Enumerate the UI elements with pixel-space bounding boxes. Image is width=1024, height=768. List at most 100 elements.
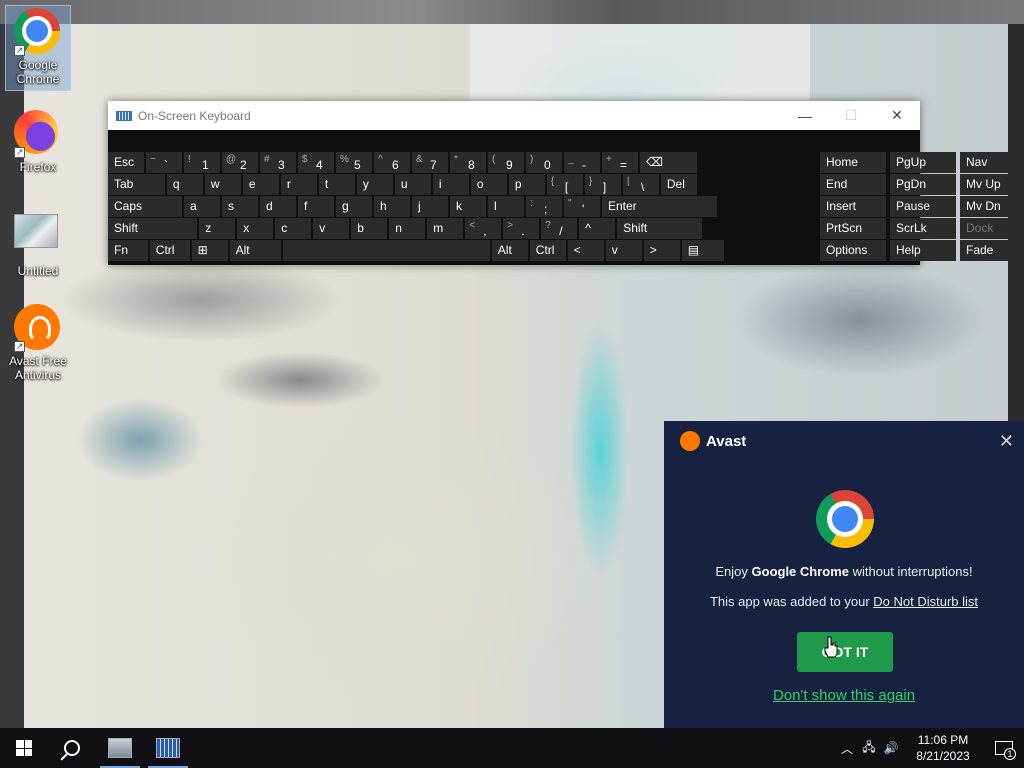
osk-key[interactable]: ⊞ — [191, 240, 228, 261]
osk-key[interactable]: Insert — [820, 196, 886, 217]
osk-key[interactable]: d — [260, 196, 296, 217]
osk-key[interactable]: c — [275, 218, 312, 239]
osk-key[interactable]: <, — [465, 218, 502, 239]
osk-key[interactable]: + = — [602, 152, 638, 173]
osk-key[interactable]: z — [199, 218, 236, 239]
osk-key[interactable]: b — [351, 218, 388, 239]
osk-key[interactable]: Esc — [108, 152, 144, 173]
osk-key[interactable]: ~ ` — [146, 152, 182, 173]
osk-key[interactable]: e — [242, 174, 279, 195]
osk-key[interactable]: j — [412, 196, 448, 217]
osk-key[interactable]: > — [643, 240, 680, 261]
notification-center-button[interactable]: 1 — [984, 728, 1024, 768]
osk-key[interactable]: >. — [503, 218, 540, 239]
osk-key[interactable]: y — [356, 174, 393, 195]
do-not-disturb-link[interactable]: Do Not Disturb list — [873, 594, 978, 609]
clock[interactable]: 11:06 PM 8/21/2023 — [908, 732, 978, 764]
osk-key[interactable]: v — [605, 240, 642, 261]
minimize-button[interactable]: — — [782, 101, 828, 130]
osk-key[interactable]: v — [313, 218, 350, 239]
osk-key[interactable]: q — [166, 174, 203, 195]
desktop-icon-google-chrome[interactable]: ↗ Google Chrome — [5, 5, 71, 91]
osk-key[interactable]: Shift — [108, 218, 198, 239]
osk-key[interactable]: & 7 — [412, 152, 448, 173]
network-icon[interactable]: 🖧 — [858, 738, 880, 759]
osk-key[interactable]: k — [450, 196, 486, 217]
osk-key[interactable]: PgDn — [890, 174, 956, 195]
osk-key[interactable]: :; — [526, 196, 562, 217]
osk-key[interactable]: m — [427, 218, 464, 239]
osk-key[interactable]: ? / — [541, 218, 578, 239]
osk-key[interactable]: % 5 — [336, 152, 372, 173]
osk-key[interactable]: (9 — [488, 152, 524, 173]
osk-key[interactable]: l — [488, 196, 524, 217]
osk-key[interactable]: End — [820, 174, 886, 195]
osk-key[interactable]: PrtScn — [820, 218, 886, 239]
osk-key[interactable]: Tab — [108, 174, 165, 195]
osk-key[interactable]: }] — [584, 174, 621, 195]
osk-key[interactable]: Enter — [602, 196, 717, 217]
osk-key[interactable]: Pause — [890, 196, 956, 217]
osk-key[interactable]: Caps — [108, 196, 182, 217]
osk-key[interactable]: Help — [890, 240, 956, 261]
osk-key[interactable]: t — [318, 174, 355, 195]
osk-titlebar[interactable]: On-Screen Keyboard — ☐ ✕ — [108, 101, 920, 130]
osk-key[interactable]: ^ 6 — [374, 152, 410, 173]
osk-key[interactable]: i — [432, 174, 469, 195]
osk-key[interactable]: Ctrl — [149, 240, 190, 261]
osk-key[interactable]: h — [374, 196, 410, 217]
osk-key[interactable]: r — [280, 174, 317, 195]
got-it-button[interactable]: GOT IT — [797, 632, 893, 672]
osk-key[interactable]: Fade — [960, 240, 1024, 261]
osk-key[interactable]: {[ — [546, 174, 583, 195]
osk-key[interactable]: Dock — [960, 218, 1024, 239]
osk-key[interactable]: ) 0 — [526, 152, 562, 173]
osk-key[interactable]: Mv Dn — [960, 196, 1024, 217]
osk-key[interactable]: Mv Up — [960, 174, 1024, 195]
osk-key[interactable]: Options — [820, 240, 886, 261]
taskbar-app-paint[interactable] — [96, 728, 144, 768]
volume-icon[interactable]: 🔊 — [880, 741, 902, 755]
osk-key[interactable]: $4 — [298, 152, 334, 173]
dont-show-again-link[interactable]: Don't show this again — [664, 687, 1024, 704]
start-button[interactable] — [0, 728, 48, 768]
desktop-icon-avast[interactable]: ↗ Avast Free Antivirus — [6, 302, 70, 386]
osk-key[interactable]: PgUp — [890, 152, 956, 173]
desktop-icon-firefox[interactable]: ↗ Firefox — [6, 108, 70, 174]
osk-key[interactable]: Ctrl — [529, 240, 566, 261]
osk-key[interactable]: x — [237, 218, 274, 239]
osk-key[interactable]: ScrLk — [890, 218, 956, 239]
osk-key[interactable]: Nav — [960, 152, 1024, 173]
osk-key[interactable]: ! 1 — [184, 152, 220, 173]
osk-key[interactable]: a — [184, 196, 220, 217]
osk-key[interactable]: s — [222, 196, 258, 217]
osk-key[interactable] — [282, 240, 490, 261]
osk-key[interactable]: Home — [820, 152, 886, 173]
desktop-icon-untitled[interactable]: Untitled — [6, 206, 70, 278]
osk-key[interactable]: ▤ — [681, 240, 724, 261]
osk-key[interactable]: Del — [660, 174, 697, 195]
osk-key[interactable]: p — [508, 174, 545, 195]
taskbar-app-osk[interactable] — [144, 728, 192, 768]
osk-key[interactable]: Alt — [491, 240, 528, 261]
osk-key[interactable]: @2 — [222, 152, 258, 173]
close-icon[interactable]: ✕ — [999, 431, 1014, 452]
osk-key[interactable]: < — [567, 240, 604, 261]
osk-key[interactable]: * 8 — [450, 152, 486, 173]
osk-key[interactable]: f — [298, 196, 334, 217]
osk-key[interactable]: ⌫ — [640, 152, 697, 173]
osk-key[interactable]: _ - — [564, 152, 600, 173]
osk-key[interactable]: u — [394, 174, 431, 195]
osk-key[interactable]: w — [204, 174, 241, 195]
osk-key[interactable]: n — [389, 218, 426, 239]
osk-key[interactable]: o — [470, 174, 507, 195]
search-button[interactable] — [48, 728, 96, 768]
osk-key[interactable]: Fn — [108, 240, 148, 261]
osk-key[interactable]: Alt — [229, 240, 281, 261]
osk-key[interactable]: | \ — [622, 174, 659, 195]
osk-key[interactable]: g — [336, 196, 372, 217]
osk-key[interactable]: Shift — [617, 218, 702, 239]
close-button[interactable]: ✕ — [874, 101, 920, 130]
osk-key[interactable]: " ' — [564, 196, 600, 217]
osk-key[interactable]: #3 — [260, 152, 296, 173]
